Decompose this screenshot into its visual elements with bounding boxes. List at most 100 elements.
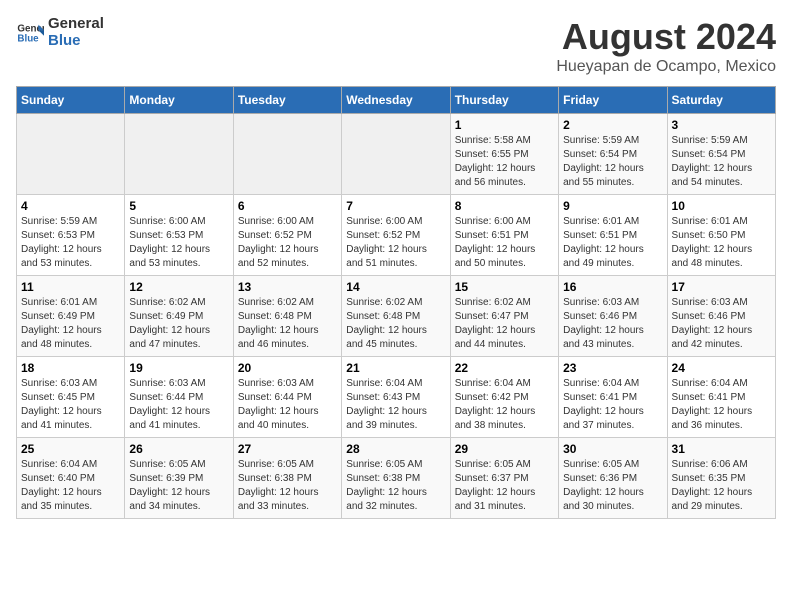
calendar-cell: 17Sunrise: 6:03 AM Sunset: 6:46 PM Dayli… bbox=[667, 276, 775, 357]
calendar-cell: 27 Sunrise: 6:05 AM Sunset: 6:38 PM Dayli… bbox=[233, 438, 341, 519]
day-info: Sunrise: 6:02 AM Sunset: 6:47 PM Dayligh… bbox=[455, 296, 554, 352]
day-info: Sunrise: 5:59 AM Sunset: 6:54 PM Dayligh… bbox=[672, 134, 771, 190]
day-info: Sunrise: 6:04 AM Sunset: 6:40 PM Dayligh… bbox=[21, 458, 120, 514]
day-number: 19 bbox=[129, 361, 228, 375]
day-number: 28 bbox=[346, 442, 445, 456]
day-number: 3 bbox=[672, 118, 771, 132]
day-number: 13 bbox=[238, 280, 337, 294]
page-subtitle: Hueyapan de Ocampo, Mexico bbox=[556, 58, 776, 76]
calendar-cell: 2 Sunrise: 5:59 AM Sunset: 6:54 PM Daylig… bbox=[559, 114, 667, 195]
day-info: Sunrise: 6:04 AM Sunset: 6:43 PM Dayligh… bbox=[346, 377, 445, 433]
day-number: 16 bbox=[563, 280, 662, 294]
svg-text:Blue: Blue bbox=[17, 33, 39, 44]
day-info: Sunrise: 6:05 AM Sunset: 6:37 PM Dayligh… bbox=[455, 458, 554, 514]
calendar-cell bbox=[233, 114, 341, 195]
day-number: 25 bbox=[21, 442, 120, 456]
day-number: 4 bbox=[21, 199, 120, 213]
calendar-cell: 19 Sunrise: 6:03 AM Sunset: 6:44 PM Dayli… bbox=[125, 357, 233, 438]
calendar-cell bbox=[125, 114, 233, 195]
day-info: Sunrise: 6:03 AM Sunset: 6:44 PM Dayligh… bbox=[129, 377, 228, 433]
day-number: 27 bbox=[238, 442, 337, 456]
day-info: Sunrise: 5:58 AM Sunset: 6:55 PM Dayligh… bbox=[455, 134, 554, 190]
calendar-cell: 9 Sunrise: 6:01 AM Sunset: 6:51 PM Daylig… bbox=[559, 195, 667, 276]
calendar-cell: 26 Sunrise: 6:05 AM Sunset: 6:39 PM Dayli… bbox=[125, 438, 233, 519]
calendar-cell: 14 Sunrise: 6:02 AM Sunset: 6:48 PM Dayli… bbox=[342, 276, 450, 357]
calendar-cell: 22 Sunrise: 6:04 AM Sunset: 6:42 PM Dayli… bbox=[450, 357, 558, 438]
day-info: Sunrise: 5:59 AM Sunset: 6:54 PM Dayligh… bbox=[563, 134, 662, 190]
day-number: 30 bbox=[563, 442, 662, 456]
day-number: 26 bbox=[129, 442, 228, 456]
calendar-table: SundayMondayTuesdayWednesdayThursdayFrid… bbox=[16, 86, 776, 519]
day-info: Sunrise: 6:03 AM Sunset: 6:46 PM Dayligh… bbox=[563, 296, 662, 352]
day-number: 2 bbox=[563, 118, 662, 132]
calendar-header-row: SundayMondayTuesdayWednesdayThursdayFrid… bbox=[17, 87, 776, 114]
calendar-cell: 6 Sunrise: 6:00 AM Sunset: 6:52 PM Daylig… bbox=[233, 195, 341, 276]
day-info: Sunrise: 5:59 AM Sunset: 6:53 PM Dayligh… bbox=[21, 215, 120, 271]
day-info: Sunrise: 6:05 AM Sunset: 6:36 PM Dayligh… bbox=[563, 458, 662, 514]
calendar-cell: 18 Sunrise: 6:03 AM Sunset: 6:45 PM Dayli… bbox=[17, 357, 125, 438]
calendar-week-row: 1Sunrise: 5:58 AM Sunset: 6:55 PM Daylig… bbox=[17, 114, 776, 195]
day-info: Sunrise: 6:00 AM Sunset: 6:52 PM Dayligh… bbox=[238, 215, 337, 271]
day-number: 6 bbox=[238, 199, 337, 213]
calendar-week-row: 4 Sunrise: 5:59 AM Sunset: 6:53 PM Daylig… bbox=[17, 195, 776, 276]
day-number: 11 bbox=[21, 280, 120, 294]
day-info: Sunrise: 6:04 AM Sunset: 6:41 PM Dayligh… bbox=[672, 377, 771, 433]
day-info: Sunrise: 6:05 AM Sunset: 6:39 PM Dayligh… bbox=[129, 458, 228, 514]
day-number: 29 bbox=[455, 442, 554, 456]
day-number: 31 bbox=[672, 442, 771, 456]
day-info: Sunrise: 6:04 AM Sunset: 6:42 PM Dayligh… bbox=[455, 377, 554, 433]
calendar-day-header: Friday bbox=[559, 87, 667, 114]
calendar-cell bbox=[17, 114, 125, 195]
calendar-cell: 21Sunrise: 6:04 AM Sunset: 6:43 PM Dayli… bbox=[342, 357, 450, 438]
calendar-day-header: Monday bbox=[125, 87, 233, 114]
day-info: Sunrise: 6:03 AM Sunset: 6:44 PM Dayligh… bbox=[238, 377, 337, 433]
logo-icon: General Blue bbox=[16, 19, 44, 47]
day-number: 18 bbox=[21, 361, 120, 375]
calendar-week-row: 18 Sunrise: 6:03 AM Sunset: 6:45 PM Dayli… bbox=[17, 357, 776, 438]
calendar-cell: 23Sunrise: 6:04 AM Sunset: 6:41 PM Dayli… bbox=[559, 357, 667, 438]
page-header: General Blue General Blue August 2024 Hu… bbox=[16, 16, 776, 76]
day-info: Sunrise: 6:01 AM Sunset: 6:50 PM Dayligh… bbox=[672, 215, 771, 271]
day-number: 15 bbox=[455, 280, 554, 294]
day-number: 23 bbox=[563, 361, 662, 375]
logo: General Blue General Blue bbox=[16, 16, 104, 49]
day-number: 5 bbox=[129, 199, 228, 213]
calendar-cell: 31 Sunrise: 6:06 AM Sunset: 6:35 PM Dayli… bbox=[667, 438, 775, 519]
calendar-day-header: Sunday bbox=[17, 87, 125, 114]
day-number: 17 bbox=[672, 280, 771, 294]
calendar-cell: 25 Sunrise: 6:04 AM Sunset: 6:40 PM Dayli… bbox=[17, 438, 125, 519]
day-info: Sunrise: 6:02 AM Sunset: 6:48 PM Dayligh… bbox=[346, 296, 445, 352]
calendar-cell: 16 Sunrise: 6:03 AM Sunset: 6:46 PM Dayli… bbox=[559, 276, 667, 357]
calendar-cell: 5 Sunrise: 6:00 AM Sunset: 6:53 PM Daylig… bbox=[125, 195, 233, 276]
calendar-cell: 11Sunrise: 6:01 AM Sunset: 6:49 PM Dayli… bbox=[17, 276, 125, 357]
calendar-cell: 28 Sunrise: 6:05 AM Sunset: 6:38 PM Dayli… bbox=[342, 438, 450, 519]
day-number: 24 bbox=[672, 361, 771, 375]
day-number: 7 bbox=[346, 199, 445, 213]
calendar-week-row: 25 Sunrise: 6:04 AM Sunset: 6:40 PM Dayli… bbox=[17, 438, 776, 519]
calendar-cell: 4 Sunrise: 5:59 AM Sunset: 6:53 PM Daylig… bbox=[17, 195, 125, 276]
day-info: Sunrise: 6:00 AM Sunset: 6:52 PM Dayligh… bbox=[346, 215, 445, 271]
day-info: Sunrise: 6:02 AM Sunset: 6:48 PM Dayligh… bbox=[238, 296, 337, 352]
calendar-day-header: Wednesday bbox=[342, 87, 450, 114]
calendar-cell: 15 Sunrise: 6:02 AM Sunset: 6:47 PM Dayli… bbox=[450, 276, 558, 357]
day-info: Sunrise: 6:00 AM Sunset: 6:53 PM Dayligh… bbox=[129, 215, 228, 271]
day-info: Sunrise: 6:05 AM Sunset: 6:38 PM Dayligh… bbox=[346, 458, 445, 514]
calendar-day-header: Thursday bbox=[450, 87, 558, 114]
day-info: Sunrise: 6:00 AM Sunset: 6:51 PM Dayligh… bbox=[455, 215, 554, 271]
day-number: 22 bbox=[455, 361, 554, 375]
calendar-cell: 1Sunrise: 5:58 AM Sunset: 6:55 PM Daylig… bbox=[450, 114, 558, 195]
day-info: Sunrise: 6:03 AM Sunset: 6:45 PM Dayligh… bbox=[21, 377, 120, 433]
day-number: 14 bbox=[346, 280, 445, 294]
calendar-day-header: Tuesday bbox=[233, 87, 341, 114]
calendar-cell bbox=[342, 114, 450, 195]
day-number: 8 bbox=[455, 199, 554, 213]
day-info: Sunrise: 6:02 AM Sunset: 6:49 PM Dayligh… bbox=[129, 296, 228, 352]
day-info: Sunrise: 6:05 AM Sunset: 6:38 PM Dayligh… bbox=[238, 458, 337, 514]
day-info: Sunrise: 6:01 AM Sunset: 6:51 PM Dayligh… bbox=[563, 215, 662, 271]
day-info: Sunrise: 6:06 AM Sunset: 6:35 PM Dayligh… bbox=[672, 458, 771, 514]
calendar-cell: 13 Sunrise: 6:02 AM Sunset: 6:48 PM Dayli… bbox=[233, 276, 341, 357]
calendar-day-header: Saturday bbox=[667, 87, 775, 114]
calendar-cell: 12Sunrise: 6:02 AM Sunset: 6:49 PM Dayli… bbox=[125, 276, 233, 357]
day-number: 9 bbox=[563, 199, 662, 213]
day-number: 10 bbox=[672, 199, 771, 213]
